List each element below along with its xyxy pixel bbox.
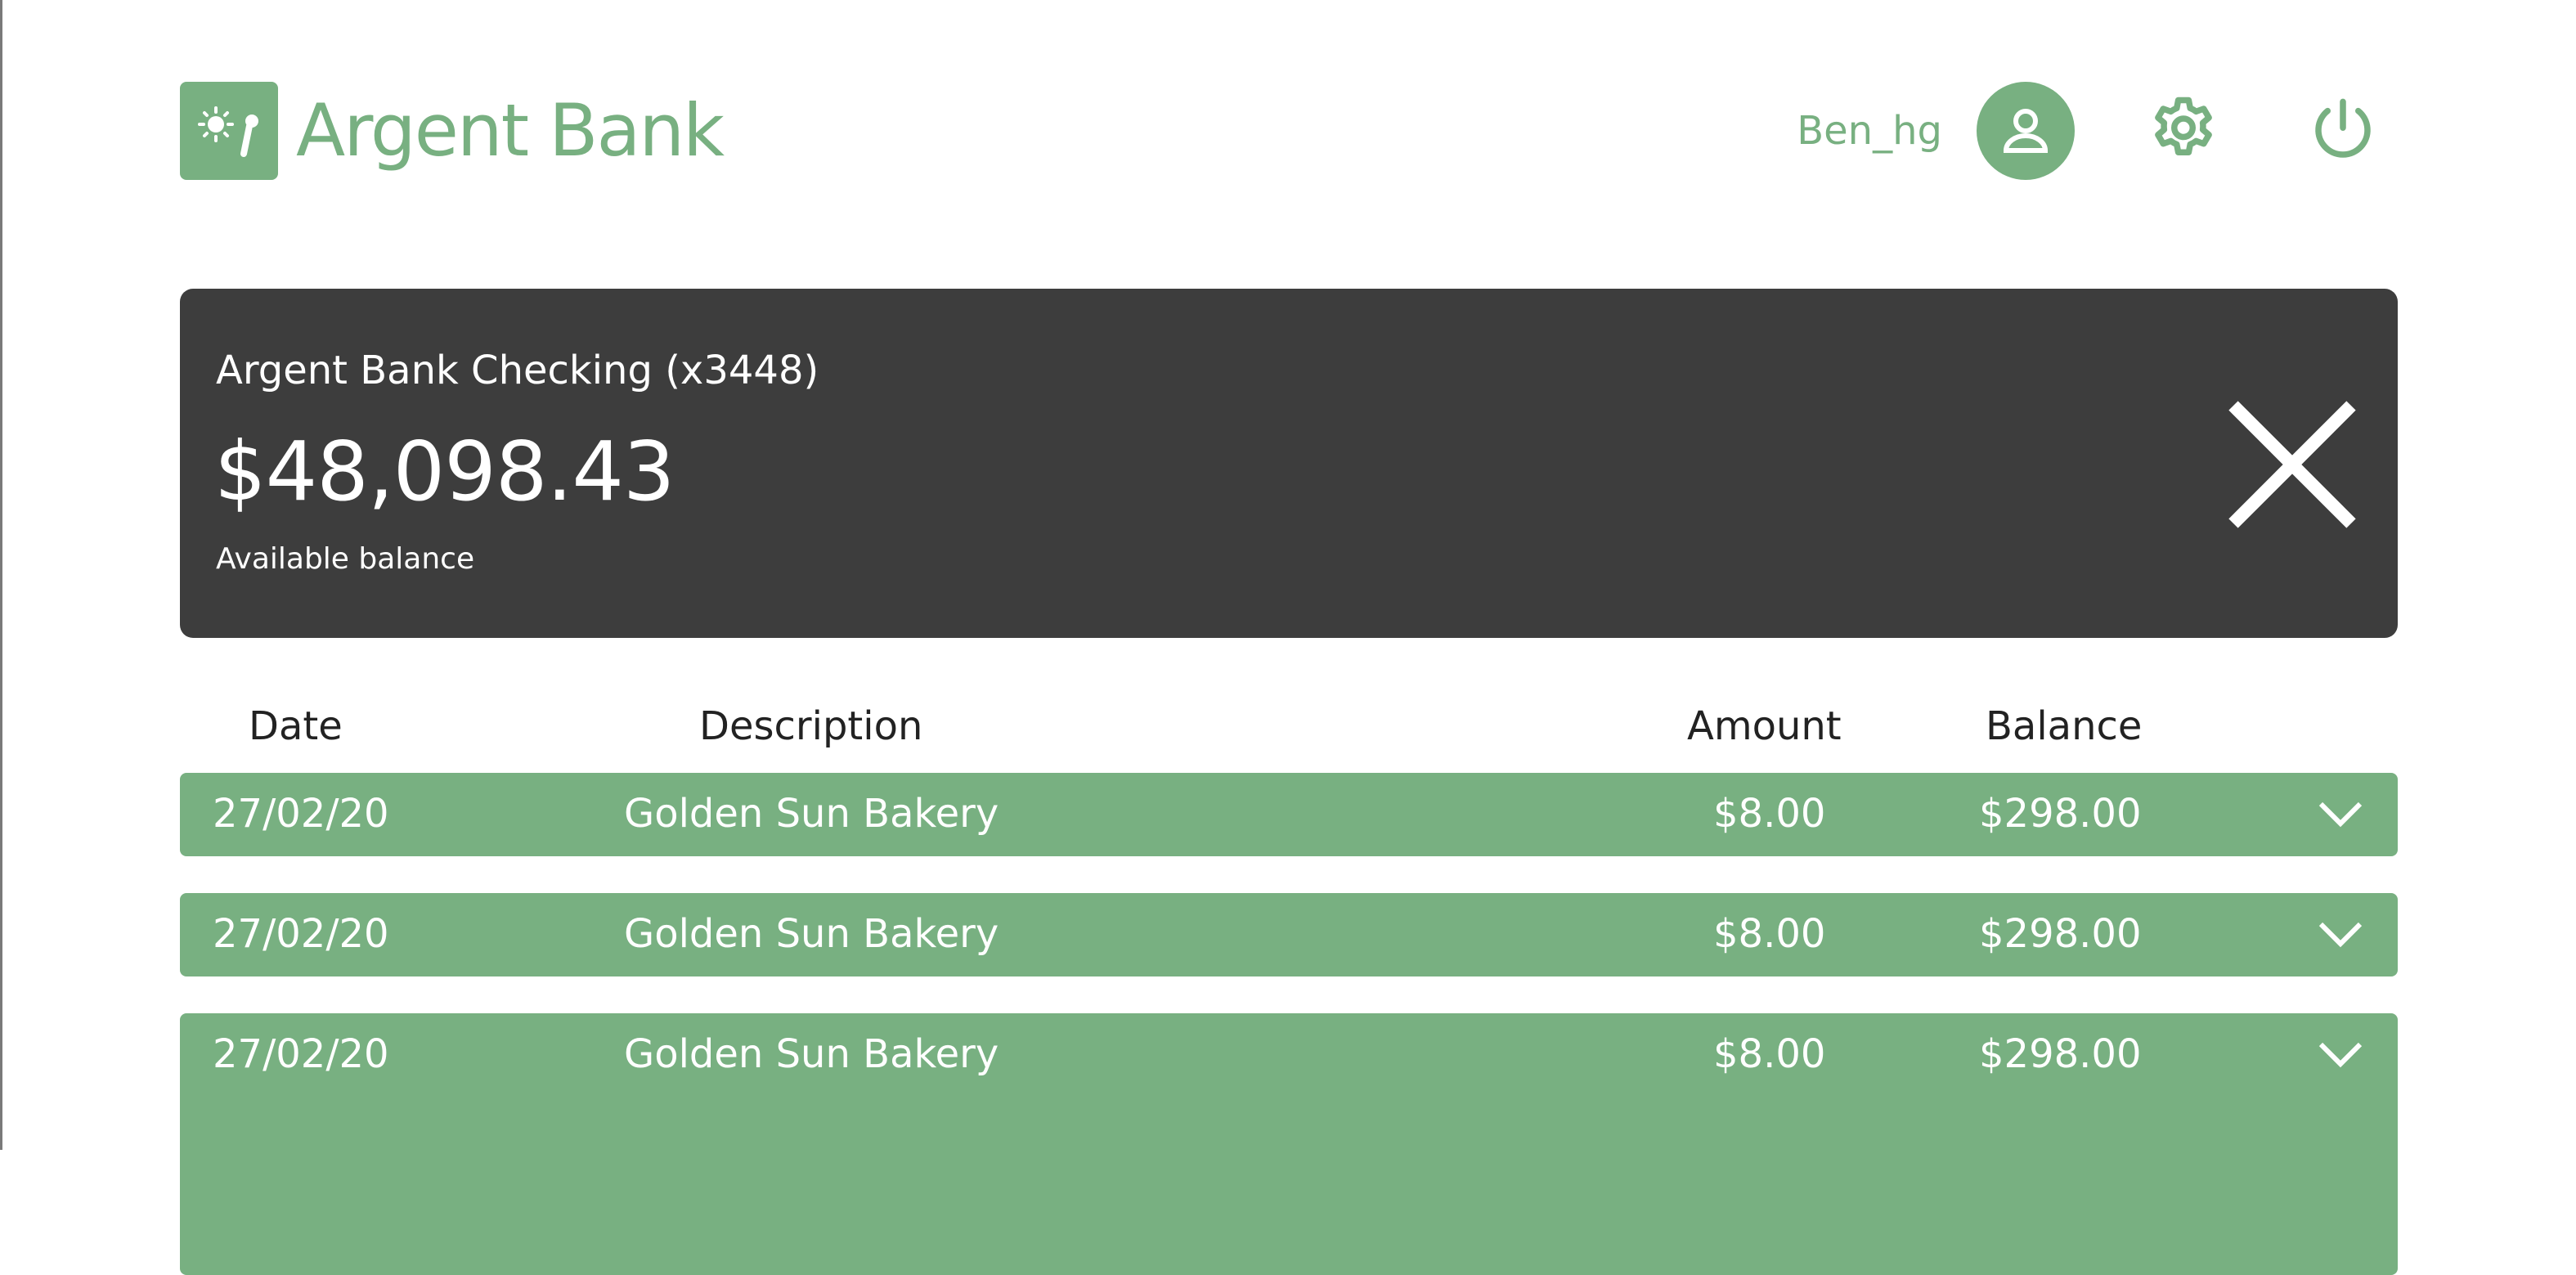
transaction-date: 27/02/20 bbox=[213, 911, 389, 957]
column-header-description: Description bbox=[699, 703, 923, 749]
transaction-row[interactable]: 27/02/20 Golden Sun Bakery $8.00 $298.00 bbox=[180, 893, 2398, 976]
chevron-down-icon[interactable] bbox=[2316, 914, 2365, 955]
column-header-amount: Amount bbox=[1687, 703, 1842, 749]
bank-logo-icon bbox=[180, 82, 278, 180]
user-icon bbox=[2003, 109, 2049, 153]
balance-label: Available balance bbox=[216, 542, 475, 576]
brand-name: Argent Bank bbox=[296, 88, 725, 173]
account-name: Argent Bank Checking (x3448) bbox=[216, 348, 819, 393]
account-balance: $48,098.43 bbox=[214, 424, 675, 519]
transaction-row[interactable]: 27/02/20 Golden Sun Bakery $8.00 $298.00 bbox=[180, 773, 2398, 856]
transaction-balance: $298.00 bbox=[1979, 1031, 2142, 1077]
column-header-date: Date bbox=[249, 703, 343, 749]
transaction-amount: $8.00 bbox=[1713, 1031, 1826, 1077]
transaction-date: 27/02/20 bbox=[213, 1031, 389, 1077]
transaction-balance: $298.00 bbox=[1979, 911, 2142, 957]
logout-button[interactable] bbox=[2306, 94, 2380, 168]
power-icon bbox=[2315, 98, 2371, 158]
column-header-balance: Balance bbox=[1986, 703, 2143, 749]
transactions-header: Date Description Amount Balance bbox=[180, 695, 2398, 761]
transaction-row-expanded[interactable]: 27/02/20 Golden Sun Bakery $8.00 $298.00 bbox=[180, 1013, 2398, 1275]
transaction-date: 27/02/20 bbox=[213, 791, 389, 837]
chevron-down-icon[interactable] bbox=[2316, 1035, 2365, 1075]
profile-button[interactable] bbox=[1977, 82, 2075, 180]
chevron-down-icon[interactable] bbox=[2316, 794, 2365, 835]
gear-icon bbox=[2155, 97, 2212, 155]
transaction-description: Golden Sun Bakery bbox=[624, 911, 999, 957]
transaction-balance: $298.00 bbox=[1979, 791, 2142, 837]
settings-button[interactable] bbox=[2147, 94, 2220, 168]
transaction-description: Golden Sun Bakery bbox=[624, 791, 999, 837]
username-link[interactable]: Ben_hg bbox=[1636, 108, 1942, 154]
close-button[interactable] bbox=[2223, 395, 2362, 534]
transaction-amount: $8.00 bbox=[1713, 911, 1826, 957]
user-nav: Ben_hg bbox=[1636, 82, 2576, 180]
page-border bbox=[0, 0, 2, 1150]
brand-logo-link[interactable]: Argent Bank bbox=[180, 82, 725, 180]
transaction-amount: $8.00 bbox=[1713, 791, 1826, 837]
account-card: Argent Bank Checking (x3448) $48,098.43 … bbox=[180, 289, 2398, 638]
transaction-description: Golden Sun Bakery bbox=[624, 1031, 999, 1077]
close-icon bbox=[2228, 401, 2356, 528]
